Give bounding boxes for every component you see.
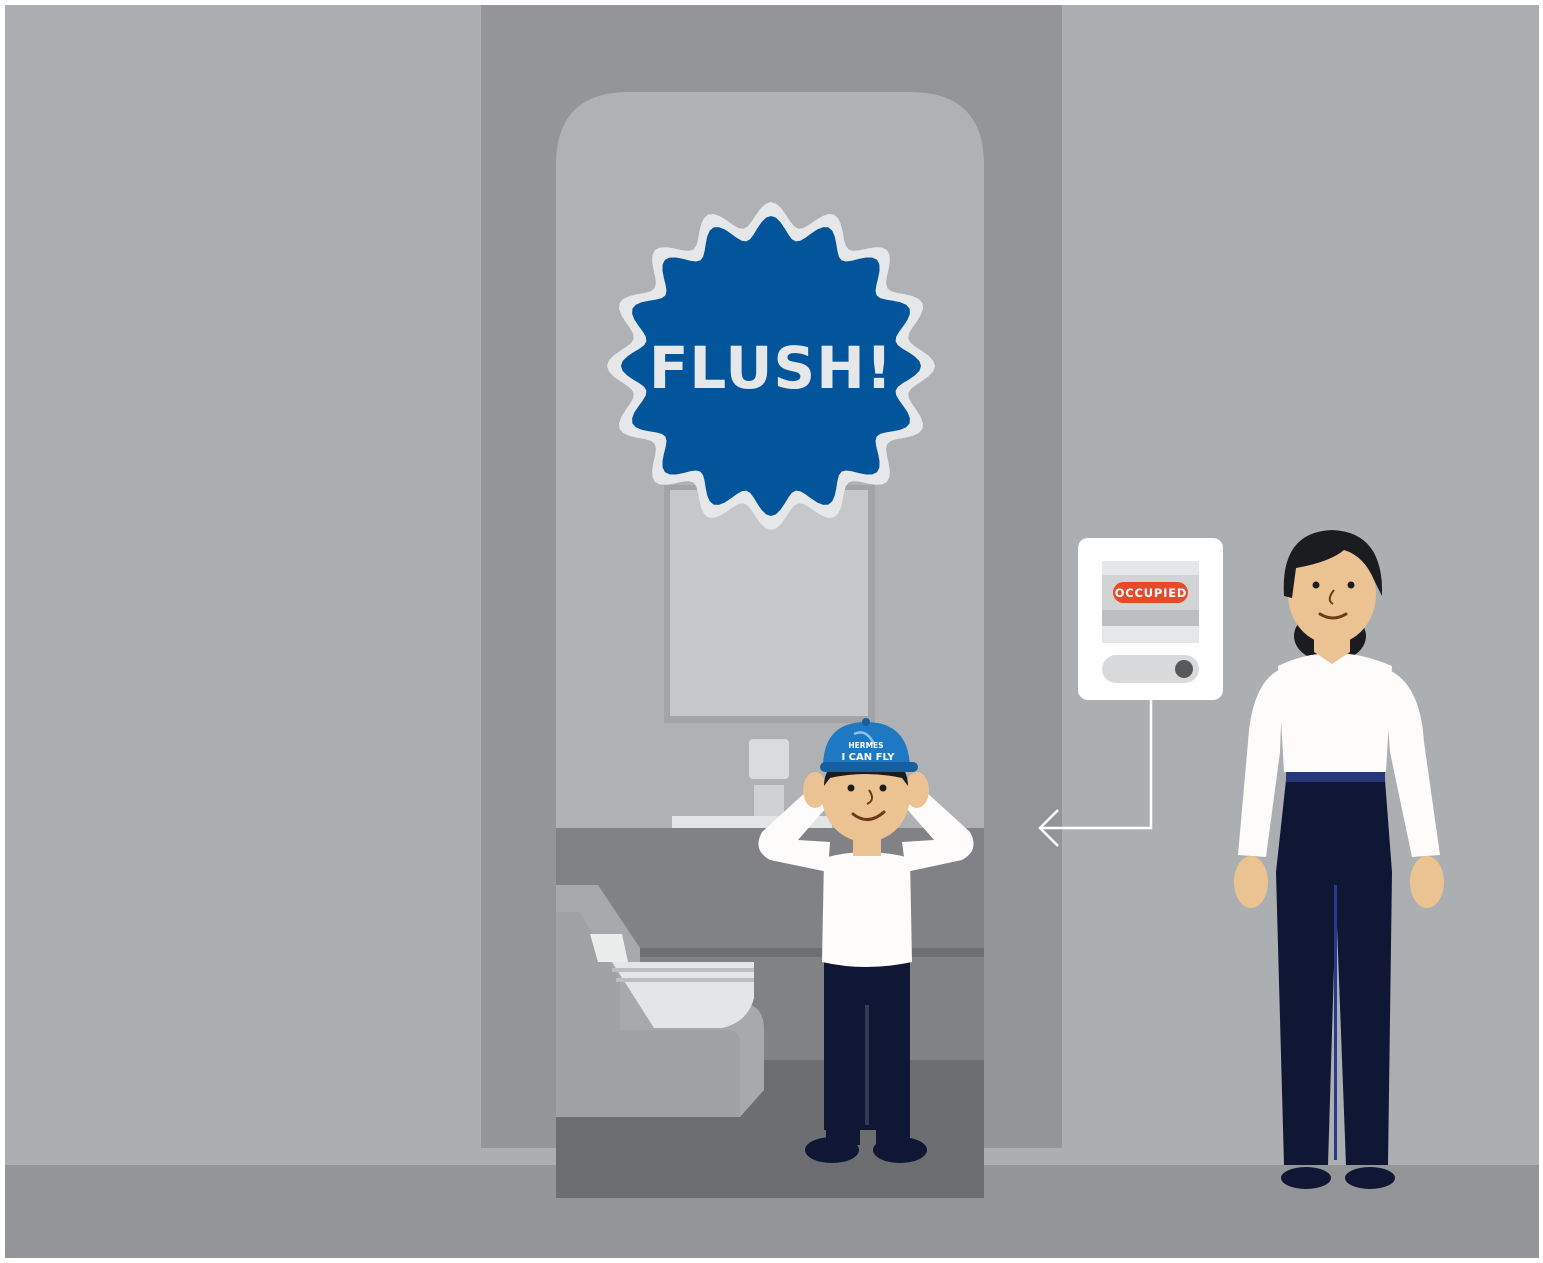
lavatory — [481, 5, 1062, 1198]
boy-right-ankle — [876, 1125, 910, 1145]
vanity-ledge — [640, 948, 984, 957]
boy-trouser-seam — [865, 1005, 869, 1125]
cap-brand-text: HERMES — [848, 741, 883, 750]
boy-left-eye — [847, 784, 855, 792]
toilet-seat-line-2 — [616, 978, 754, 982]
attendant-right-shoe — [1345, 1167, 1395, 1189]
lock-slider-knob[interactable] — [1175, 660, 1193, 678]
boy-shirt — [822, 852, 912, 967]
attendant-right-hand — [1410, 856, 1444, 908]
boy-right-eye — [879, 784, 887, 792]
attendant-belt — [1286, 771, 1385, 782]
boy-left-ankle — [826, 1125, 860, 1145]
burst-text: FLUSH! — [649, 334, 893, 402]
cap-slogan-text: I CAN FLY — [841, 752, 895, 763]
illustration-canvas: FLUSH! OCCUPIED HERMES I CAN FLY — [0, 0, 1543, 1263]
boy-cap-brim — [820, 762, 918, 772]
occupied-text: OCCUPIED — [1115, 586, 1188, 600]
attendant-left-shoe — [1281, 1167, 1331, 1189]
attendant-left-eye — [1312, 581, 1320, 589]
boy-cap-button — [862, 718, 870, 726]
attendant-left-hand — [1234, 856, 1268, 908]
flush-burst: FLUSH! — [607, 202, 935, 530]
toilet-seat-line — [612, 968, 754, 972]
attendant-right-eye — [1347, 581, 1355, 589]
attendant-blouse — [1278, 653, 1392, 772]
soap-dispenser — [749, 739, 789, 779]
sign-display-band-2 — [1102, 610, 1199, 626]
soap-dispenser-base — [754, 785, 784, 817]
attendant-trouser-stripe — [1334, 885, 1337, 1160]
